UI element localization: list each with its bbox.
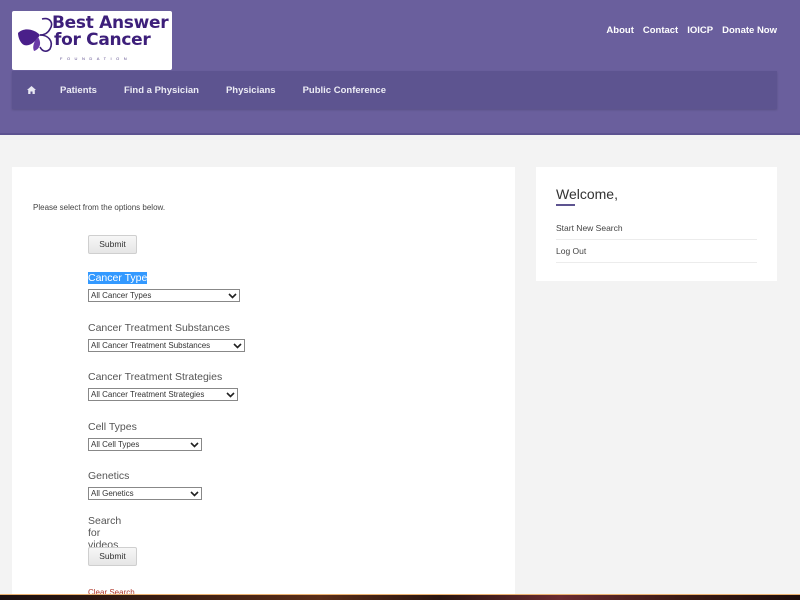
- link-contact[interactable]: Contact: [643, 25, 678, 36]
- select-value: All Cell Types: [91, 440, 140, 449]
- label-genetics: Genetics: [88, 470, 130, 482]
- top-links: About Contact IOICP Donate Now: [606, 25, 777, 36]
- link-ioicp[interactable]: IOICP: [687, 25, 713, 36]
- select-cancer-type[interactable]: All Cancer Types: [88, 289, 240, 302]
- nav-patients[interactable]: Patients: [60, 85, 97, 96]
- submit-button-bottom[interactable]: Submit: [88, 547, 137, 566]
- log-out-link[interactable]: Log Out: [556, 246, 757, 263]
- select-cell-types[interactable]: All Cell Types: [88, 438, 202, 451]
- welcome-panel: Welcome, Start New Search Log Out: [536, 167, 777, 281]
- start-new-search-link[interactable]: Start New Search: [556, 223, 757, 240]
- chevron-down-icon: [233, 342, 242, 349]
- home-icon[interactable]: [26, 85, 37, 95]
- logo-text: Best Answer for Cancer: [52, 15, 169, 50]
- chevron-down-icon: [190, 490, 199, 497]
- label-cell-types: Cell Types: [88, 421, 137, 433]
- logo[interactable]: Best Answer for Cancer FOUNDATION: [12, 11, 172, 70]
- submit-button-top[interactable]: Submit: [88, 235, 137, 254]
- label-cancer-treatment-strategies: Cancer Treatment Strategies: [88, 371, 223, 383]
- select-genetics[interactable]: All Genetics: [88, 487, 202, 500]
- nav-public-conference[interactable]: Public Conference: [303, 85, 386, 96]
- select-value: All Cancer Types: [91, 291, 152, 300]
- search-panel: Please select from the options below. Su…: [12, 167, 515, 600]
- link-donate-now[interactable]: Donate Now: [722, 25, 777, 36]
- chevron-down-icon: [228, 292, 237, 299]
- label-cancer-type: Cancer Type: [88, 272, 148, 284]
- chevron-down-icon: [226, 391, 235, 398]
- intro-text: Please select from the options below.: [33, 203, 166, 212]
- site-header: Best Answer for Cancer FOUNDATION About …: [0, 0, 800, 135]
- chevron-down-icon: [190, 441, 199, 448]
- welcome-title: Welcome,: [556, 186, 618, 202]
- logo-subtitle: FOUNDATION: [60, 56, 132, 61]
- label-cancer-treatment-substances: Cancer Treatment Substances: [88, 322, 230, 334]
- link-about[interactable]: About: [606, 25, 633, 36]
- select-value: All Cancer Treatment Substances: [91, 341, 211, 350]
- main-nav: Patients Find a Physician Physicians Pub…: [12, 71, 777, 109]
- select-cancer-treatment-strategies[interactable]: All Cancer Treatment Strategies: [88, 388, 238, 401]
- nav-physicians[interactable]: Physicians: [226, 85, 276, 96]
- select-cancer-treatment-substances[interactable]: All Cancer Treatment Substances: [88, 339, 245, 352]
- desktop-background-strip: [0, 594, 800, 600]
- select-value: All Genetics: [91, 489, 134, 498]
- nav-find-a-physician[interactable]: Find a Physician: [124, 85, 199, 96]
- butterfly-icon: [18, 17, 53, 52]
- logo-line2: for Cancer: [54, 30, 151, 50]
- select-value: All Cancer Treatment Strategies: [91, 390, 205, 399]
- title-underline: [556, 204, 575, 206]
